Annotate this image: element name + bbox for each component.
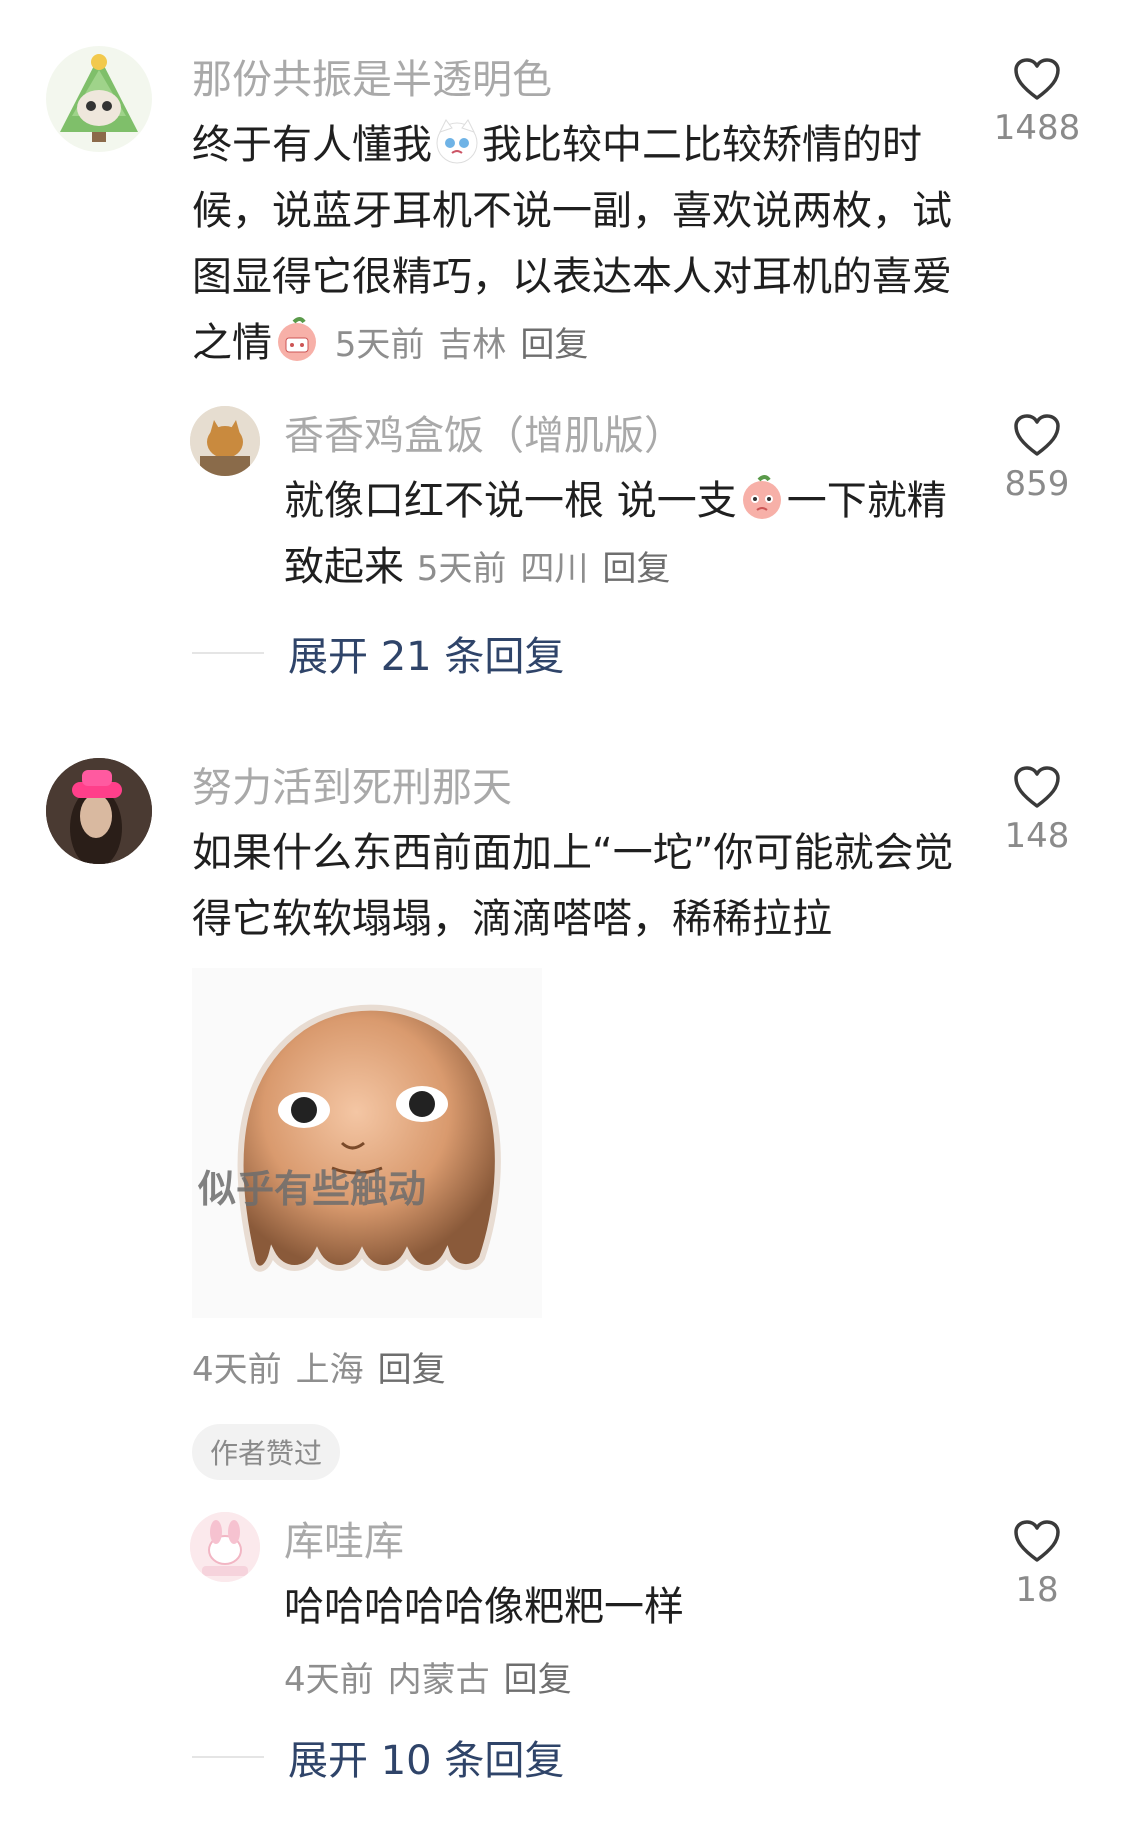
reply-button[interactable]: 回复 — [378, 1350, 446, 1390]
expand-replies-label: 展开 10 条回复 — [288, 1738, 565, 1784]
expand-replies-button[interactable]: 展开 10 条回复 — [192, 1728, 564, 1786]
comment-text: 终于有人懂我 我比较中二比较矫情的时候，说蓝牙耳机不说一副，喜欢说两枚，试图显得它… — [192, 112, 962, 378]
timestamp: 5天前 — [334, 325, 425, 365]
reply-button[interactable]: 回复 — [504, 1660, 572, 1700]
expand-replies-label: 展开 21 条回复 — [288, 634, 565, 680]
location: 吉林 — [438, 325, 507, 365]
location: 四川 — [520, 549, 589, 589]
avatar[interactable] — [190, 1512, 260, 1582]
comment-meta: 5天前 吉林 回复 — [335, 325, 603, 365]
avatar[interactable] — [46, 758, 152, 864]
timestamp: 5天前 — [416, 549, 507, 589]
location: 上海 — [295, 1350, 364, 1390]
heart-outline-icon — [1014, 414, 1060, 456]
username[interactable]: 香香鸡盒饭（增肌版） — [284, 412, 684, 460]
username[interactable]: 库哇库 — [284, 1518, 404, 1566]
like-button[interactable]: 148 — [977, 764, 1097, 856]
heart-outline-icon — [1014, 1520, 1060, 1562]
heart-outline-icon — [1014, 766, 1060, 808]
comment-meta: 4天前 内蒙古 回复 — [284, 1652, 586, 1701]
divider — [192, 652, 264, 654]
reply-button[interactable]: 回复 — [602, 549, 670, 589]
peach-emoji — [737, 472, 787, 522]
like-button[interactable]: 859 — [977, 412, 1097, 504]
comment-meta: 5天前 四川 回复 — [417, 549, 685, 589]
comment-text: 就像口红不说一根 说一支 一下就精致起来 5天前 四川 回复 — [284, 468, 954, 602]
avatar[interactable] — [46, 46, 152, 152]
sticker-image[interactable]: 似乎有些触动 — [192, 968, 542, 1318]
avatar[interactable] — [190, 406, 260, 476]
like-count: 1488 — [993, 108, 1081, 148]
like-count: 18 — [1015, 1570, 1059, 1610]
heart-outline-icon — [1014, 58, 1060, 100]
comment-text: 哈哈哈哈哈像粑粑一样 — [284, 1584, 684, 1630]
crying-cat-emoji — [432, 116, 482, 166]
like-button[interactable]: 18 — [977, 1518, 1097, 1610]
peach-emoji — [272, 314, 322, 364]
comment-text: 如果什么东西前面加上“一坨”你可能就会觉得它软软塌塌，滴滴嗒嗒，稀稀拉拉 — [192, 830, 954, 942]
like-count: 148 — [1004, 816, 1070, 856]
username[interactable]: 那份共振是半透明色 — [192, 56, 552, 104]
timestamp: 4天前 — [192, 1350, 282, 1390]
like-count: 859 — [1004, 464, 1070, 504]
like-button[interactable]: 1488 — [977, 56, 1097, 148]
comment-meta: 4天前 上海 回复 — [192, 1342, 460, 1391]
reply-button[interactable]: 回复 — [520, 325, 588, 365]
location: 内蒙古 — [387, 1660, 490, 1700]
expand-replies-button[interactable]: 展开 21 条回复 — [192, 624, 564, 682]
divider — [192, 1756, 264, 1758]
timestamp: 4天前 — [284, 1660, 374, 1700]
sticker-caption: 似乎有些触动 — [198, 1167, 427, 1211]
author-liked-badge: 作者赞过 — [192, 1424, 341, 1480]
username[interactable]: 努力活到死刑那天 — [192, 764, 512, 812]
